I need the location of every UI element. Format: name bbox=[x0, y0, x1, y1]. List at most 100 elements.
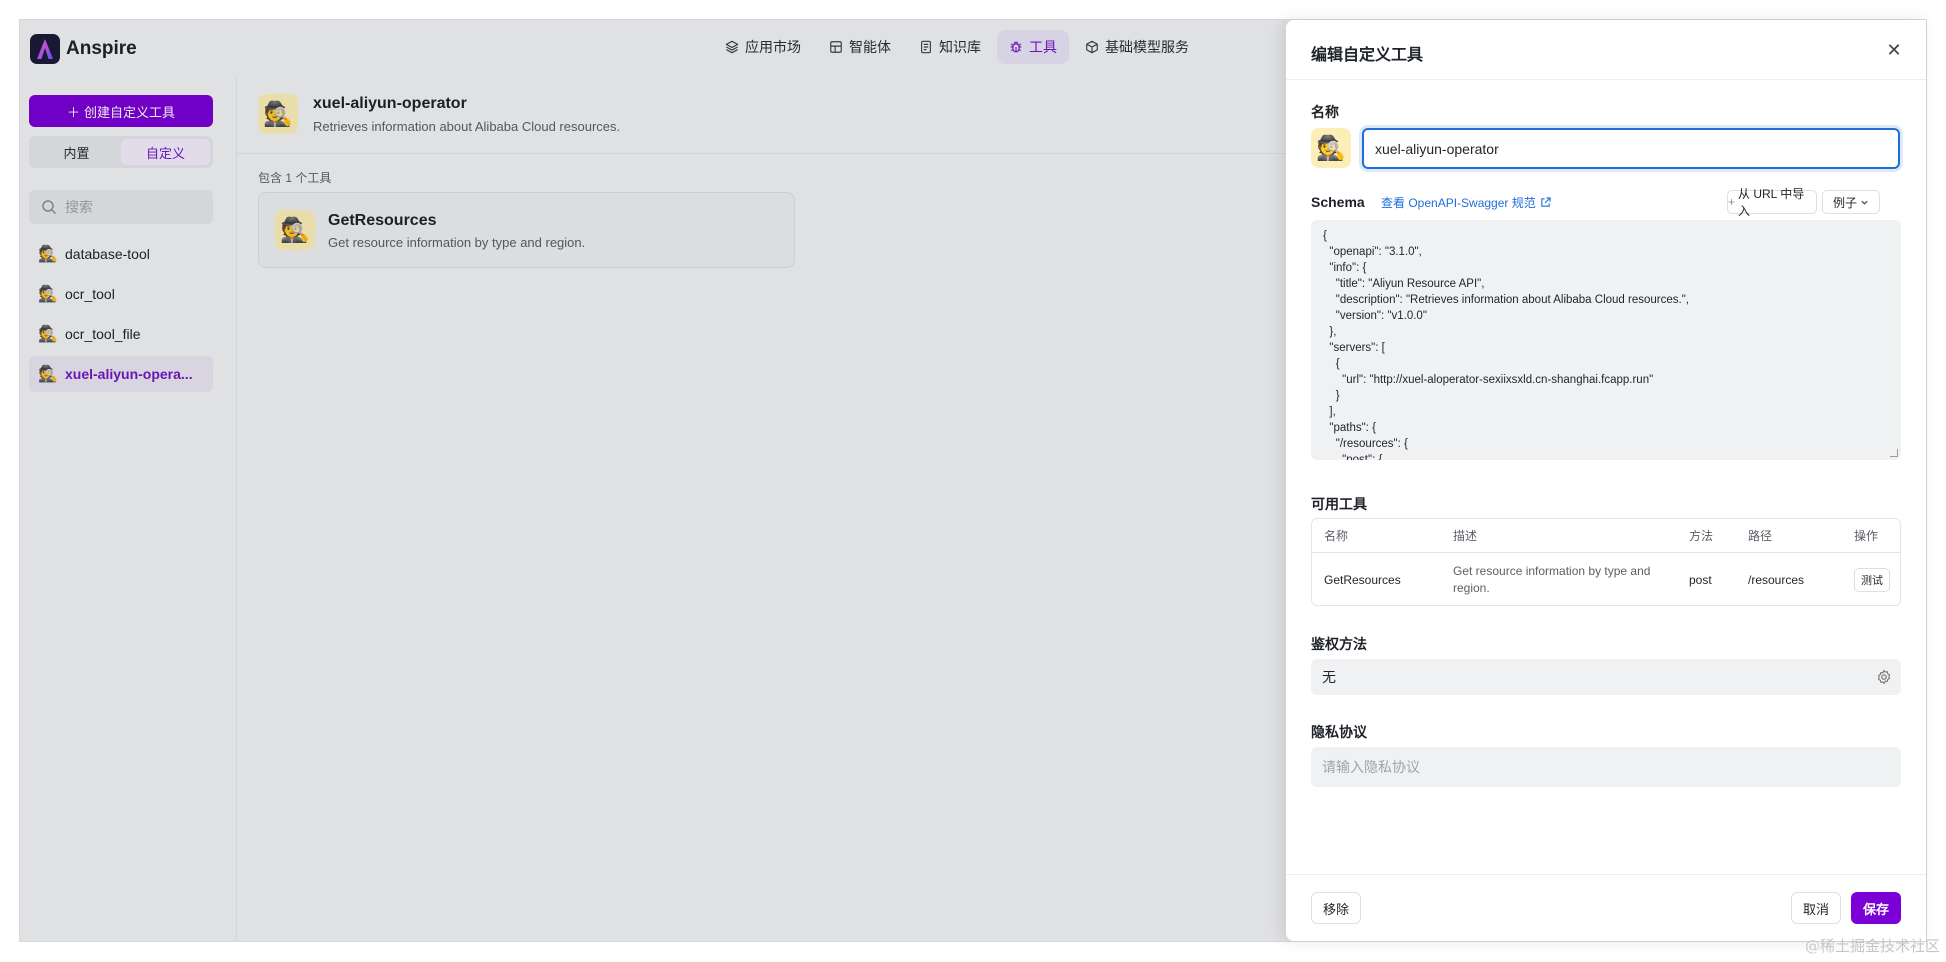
watermark: @稀土掘金技术社区 bbox=[1804, 937, 1940, 955]
chevron-down-icon bbox=[1861, 200, 1868, 205]
tab-custom[interactable]: 自定义 bbox=[121, 139, 210, 165]
column-header-description: 描述 bbox=[1453, 529, 1478, 543]
swagger-link-label: 查看 OpenAPI-Swagger 规范 bbox=[1381, 196, 1536, 210]
import-url-label: 从 URL 中导入 bbox=[1738, 187, 1805, 218]
bug-icon bbox=[1010, 41, 1022, 53]
create-custom-tool-button[interactable]: ＋ 创建自定义工具 bbox=[29, 95, 213, 127]
drawer-title: 编辑自定义工具 bbox=[1311, 47, 1424, 64]
nav-label: 知识库 bbox=[939, 39, 981, 55]
privacy-policy-input[interactable]: 请输入隐私协议 bbox=[1311, 747, 1901, 787]
create-button-label: 创建自定义工具 bbox=[84, 104, 176, 120]
sidebar-item-ocr-tool[interactable]: 🕵 ocr_tool bbox=[29, 276, 213, 312]
tool-name-input[interactable]: xuel-aliyun-operator bbox=[1362, 128, 1900, 169]
table-row: GetResources Get resource information by… bbox=[1312, 553, 1900, 605]
auth-method-value: 无 bbox=[1322, 669, 1336, 685]
sidebar-item-ocr-tool-file[interactable]: 🕵 ocr_tool_file bbox=[29, 316, 213, 352]
import-from-url-button[interactable]: + 从 URL 中导入 bbox=[1727, 187, 1817, 218]
sidebar-item-database-tool[interactable]: 🕵 database-tool bbox=[29, 236, 213, 272]
tool-icon-picker[interactable]: 🕵 bbox=[1311, 128, 1351, 168]
drawer-header: 编辑自定义工具 ✕ bbox=[1286, 20, 1926, 80]
brand-logo[interactable]: Anspire bbox=[30, 34, 137, 64]
table-header-row: 名称 描述 方法 路径 操作 bbox=[1312, 519, 1900, 553]
row-path: /resources bbox=[1748, 573, 1805, 587]
tool-count-label: 包含 1 个工具 bbox=[258, 171, 332, 185]
remove-button[interactable]: 移除 bbox=[1311, 892, 1361, 924]
sidebar-item-label: ocr_tool bbox=[65, 286, 115, 302]
resize-handle-icon[interactable] bbox=[1890, 449, 1898, 457]
tool-description: Retrieves information about Alibaba Clou… bbox=[313, 119, 621, 134]
tab-builtin[interactable]: 内置 bbox=[32, 139, 121, 165]
grid-icon bbox=[830, 41, 842, 53]
row-name: GetResources bbox=[1324, 573, 1401, 587]
sidebar-item-xuel-aliyun-operator[interactable]: 🕵 xuel-aliyun-opera... bbox=[29, 356, 213, 392]
sidebar-item-label: xuel-aliyun-opera... bbox=[65, 366, 193, 382]
nav-item-agents[interactable]: 智能体 bbox=[817, 30, 903, 64]
tool-avatar: 🕵 bbox=[258, 94, 298, 134]
search-placeholder: 搜索 bbox=[65, 199, 93, 215]
detective-icon: 🕵 bbox=[38, 286, 58, 303]
tool-card-avatar: 🕵 bbox=[275, 210, 315, 250]
example-dropdown[interactable]: 例子 bbox=[1822, 190, 1880, 214]
brand-name: Anspire bbox=[66, 38, 137, 59]
tool-card-title: GetResources bbox=[328, 212, 437, 229]
close-icon[interactable]: ✕ bbox=[1884, 40, 1904, 60]
schema-text: { "openapi": "3.1.0", "info": { "title":… bbox=[1323, 230, 1689, 460]
test-button[interactable]: 测试 bbox=[1854, 568, 1890, 592]
column-header-path: 路径 bbox=[1748, 529, 1773, 543]
example-label: 例子 bbox=[1832, 195, 1857, 210]
schema-editor[interactable]: { "openapi": "3.1.0", "info": { "title":… bbox=[1311, 220, 1901, 460]
search-input[interactable]: 搜索 bbox=[29, 190, 213, 224]
cancel-button[interactable]: 取消 bbox=[1791, 892, 1841, 924]
detective-icon: 🕵 bbox=[263, 100, 293, 128]
cube-icon bbox=[1086, 40, 1098, 54]
detective-icon: 🕵 bbox=[38, 326, 58, 343]
available-tools-label: 可用工具 bbox=[1311, 496, 1367, 512]
save-button[interactable]: 保存 bbox=[1851, 892, 1901, 924]
tool-type-switch: 内置 自定义 bbox=[29, 136, 213, 168]
available-tools-table: 名称 描述 方法 路径 操作 GetResources Get resource… bbox=[1311, 518, 1901, 606]
detective-icon: 🕵 bbox=[38, 366, 58, 383]
openapi-swagger-link[interactable]: 查看 OpenAPI-Swagger 规范 bbox=[1381, 194, 1551, 211]
row-method: post bbox=[1689, 573, 1712, 587]
tool-card-description: Get resource information by type and reg… bbox=[328, 235, 586, 250]
tool-card[interactable]: 🕵 GetResources Get resource information … bbox=[258, 192, 795, 268]
auth-method-label: 鉴权方法 bbox=[1311, 636, 1367, 652]
tool-name-value: xuel-aliyun-operator bbox=[1375, 140, 1499, 157]
plus-icon: + bbox=[1728, 195, 1736, 209]
nav-item-tools[interactable]: 工具 bbox=[997, 30, 1069, 64]
external-link-icon bbox=[1541, 197, 1551, 207]
search-icon bbox=[42, 200, 57, 215]
main-nav: 应用市场 智能体 知识库 工具 基础模型服务 bbox=[713, 30, 1201, 64]
column-header-name: 名称 bbox=[1324, 529, 1349, 543]
sidebar-item-label: database-tool bbox=[65, 246, 150, 262]
edit-tool-drawer: 编辑自定义工具 ✕ 名称 🕵 xuel-aliyun-operator Sche… bbox=[1286, 20, 1926, 941]
name-label: 名称 bbox=[1311, 104, 1339, 120]
nav-label: 智能体 bbox=[849, 39, 891, 55]
tool-list: 🕵 database-tool 🕵 ocr_tool 🕵 ocr_tool_fi… bbox=[29, 236, 213, 396]
auth-method-field[interactable]: 无 bbox=[1311, 659, 1901, 695]
tool-title: xuel-aliyun-operator bbox=[313, 95, 467, 112]
book-icon bbox=[921, 40, 931, 54]
column-header-action: 操作 bbox=[1854, 529, 1879, 543]
nav-label: 基础模型服务 bbox=[1105, 39, 1189, 55]
detective-icon: 🕵 bbox=[1316, 134, 1346, 162]
plus-icon: ＋ bbox=[66, 104, 80, 120]
layers-icon bbox=[725, 40, 739, 54]
nav-item-model-service[interactable]: 基础模型服务 bbox=[1073, 30, 1201, 64]
drawer-footer: 移除 取消 保存 bbox=[1286, 874, 1926, 941]
schema-label: Schema bbox=[1311, 194, 1365, 210]
sidebar-item-label: ocr_tool_file bbox=[65, 326, 141, 342]
anspire-logo-icon bbox=[30, 34, 60, 64]
detective-icon: 🕵 bbox=[38, 246, 58, 263]
gear-icon[interactable] bbox=[1876, 669, 1892, 685]
sidebar: ＋ 创建自定义工具 内置 自定义 搜索 🕵 database-tool 🕵 oc… bbox=[20, 78, 237, 941]
nav-label: 工具 bbox=[1029, 39, 1057, 55]
column-header-method: 方法 bbox=[1689, 529, 1714, 543]
privacy-placeholder: 请输入隐私协议 bbox=[1322, 759, 1420, 775]
privacy-label: 隐私协议 bbox=[1311, 724, 1367, 740]
nav-label: 应用市场 bbox=[745, 39, 801, 55]
row-description: Get resource information by type and reg… bbox=[1453, 564, 1651, 595]
detective-icon: 🕵 bbox=[280, 216, 310, 244]
nav-item-app-market[interactable]: 应用市场 bbox=[713, 30, 813, 64]
nav-item-knowledge[interactable]: 知识库 bbox=[907, 30, 993, 64]
